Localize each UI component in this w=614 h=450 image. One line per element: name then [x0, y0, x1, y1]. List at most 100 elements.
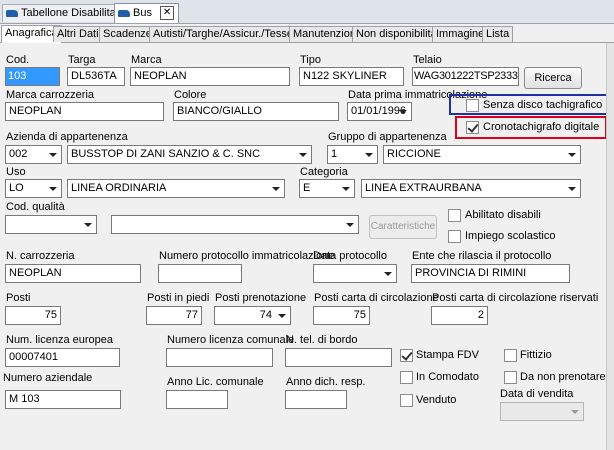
chevron-down-icon[interactable]: [384, 272, 392, 276]
posti-carta-riservati-label: Posti carta di circolazione riservati: [432, 292, 599, 304]
categoria-name: LINEA EXTRAURBANA: [365, 182, 482, 194]
tab-scadenze[interactable]: Scadenze: [99, 26, 156, 42]
tipo-label: Tipo: [300, 54, 321, 66]
chevron-down-icon[interactable]: [272, 187, 280, 191]
azienda-name-dropdown[interactable]: BUSSTOP DI ZANI SANZIO & C. SNC: [67, 145, 312, 164]
data-vendita-label: Data di vendita: [500, 388, 574, 400]
cod-value: 103: [6, 68, 29, 85]
gruppo-name: RICCIONE: [387, 148, 441, 160]
posti-carta-label: Posti carta di circolazione: [314, 292, 439, 304]
da-non-prenotare-checkbox[interactable]: [504, 371, 517, 384]
posti-in-piedi-label: Posti in piedi: [147, 292, 210, 304]
categoria-code: E: [303, 182, 311, 194]
abilitato-disabili-checkbox[interactable]: [448, 209, 461, 222]
uso-name-dropdown[interactable]: LINEA ORDINARIA: [67, 179, 285, 198]
num-protocollo-label: Numero protocollo immatricolazione: [159, 250, 335, 262]
n-carrozzeria-field[interactable]: NEOPLAN: [5, 264, 141, 283]
chevron-down-icon[interactable]: [299, 153, 307, 157]
impiego-scolastico-label: Impiego scolastico: [465, 230, 556, 242]
categoria-name-dropdown[interactable]: LINEA EXTRAURBANA: [361, 179, 581, 198]
ente-protocollo-field[interactable]: PROVINCIA DI RIMINI: [411, 264, 570, 283]
posti-carta-field[interactable]: 75: [313, 306, 370, 325]
cod-qualita-label: Cod. qualità: [6, 201, 65, 213]
chevron-down-icon[interactable]: [571, 410, 579, 414]
azienda-code-dropdown[interactable]: 002: [5, 145, 62, 164]
cod-qualita-name-dropdown[interactable]: [111, 215, 359, 234]
cod-qualita-code-dropdown[interactable]: [5, 215, 97, 234]
anno-dich-resp-field[interactable]: [285, 390, 347, 409]
chevron-down-icon[interactable]: [278, 314, 286, 318]
tab-immagine[interactable]: Immagine: [432, 26, 489, 42]
chevron-down-icon[interactable]: [365, 153, 373, 157]
marca-carrozzeria-field[interactable]: NEOPLAN: [5, 102, 164, 121]
chevron-down-icon[interactable]: [84, 223, 92, 227]
tab-autisti[interactable]: Autisti/Targhe/Assicur./Tesser: [149, 26, 301, 42]
scrollbar[interactable]: [606, 43, 614, 450]
close-icon[interactable]: ✕: [160, 6, 175, 21]
tel-bordo-field[interactable]: [285, 348, 392, 367]
tab-non-disponibilita[interactable]: Non disponibilità: [352, 26, 441, 42]
targa-field[interactable]: DL536TA: [67, 67, 125, 86]
chevron-down-icon[interactable]: [399, 110, 407, 114]
num-licenza-europea-field[interactable]: 00007401: [5, 348, 120, 367]
chevron-down-icon[interactable]: [49, 153, 57, 157]
chevron-down-icon[interactable]: [568, 153, 576, 157]
venduto-checkbox[interactable]: [400, 394, 413, 407]
senza-disco-checkbox[interactable]: [466, 99, 479, 112]
stampa-fdv-label: Stampa FDV: [416, 349, 479, 361]
posti-field[interactable]: 75: [5, 306, 61, 325]
colore-field[interactable]: BIANCO/GIALLO: [173, 102, 339, 121]
tab-lista[interactable]: Lista: [482, 26, 514, 42]
fittizio-checkbox[interactable]: [504, 349, 517, 362]
chevron-down-icon[interactable]: [346, 223, 354, 227]
data-vendita-field[interactable]: [500, 402, 584, 421]
cronotachigrafo-checkbox[interactable]: [466, 121, 479, 134]
tipo-field[interactable]: N122 SKYLINER: [299, 67, 404, 86]
da-non-prenotare-label: Da non prenotare: [520, 371, 606, 383]
stampa-fdv-checkbox[interactable]: [400, 349, 413, 362]
ricerca-button[interactable]: Ricerca: [524, 67, 582, 89]
cod-field[interactable]: 103: [5, 67, 60, 86]
telaio-label: Telaio: [413, 54, 442, 66]
caratteristiche-button[interactable]: Caratteristiche: [369, 215, 437, 239]
anno-lic-comunale-label: Anno Lic. comunale: [167, 376, 264, 388]
impiego-scolastico-checkbox[interactable]: [448, 230, 461, 243]
senza-disco-label: Senza disco tachigrafico: [483, 99, 603, 111]
posti-in-piedi-field[interactable]: 77: [146, 306, 202, 325]
checkmark-icon: [401, 349, 413, 361]
uso-code-dropdown[interactable]: LO: [5, 179, 62, 198]
doc-tab-label: Tabellone Disabilitato: [21, 7, 125, 19]
tab-altri-dati[interactable]: Altri Dati: [53, 26, 103, 42]
chevron-down-icon[interactable]: [568, 187, 576, 191]
gruppo-name-dropdown[interactable]: RICCIONE: [383, 145, 581, 164]
tel-bordo-label: N. tel. di bordo: [286, 334, 358, 346]
cod-label: Cod.: [6, 54, 30, 66]
categoria-code-dropdown[interactable]: E: [299, 179, 355, 198]
azienda-code: 002: [9, 148, 28, 160]
doc-tab-tabellone[interactable]: Tabellone Disabilitato: [2, 4, 130, 22]
marca-field[interactable]: NEOPLAN: [130, 67, 290, 86]
num-protocollo-field[interactable]: [158, 264, 242, 283]
anno-lic-comunale-field[interactable]: [166, 390, 228, 409]
doc-tab-label: Bus: [133, 7, 152, 19]
in-comodato-checkbox[interactable]: [400, 371, 413, 384]
numero-aziendale-field[interactable]: M 103: [5, 390, 121, 409]
num-licenza-comunale-field[interactable]: [166, 348, 273, 367]
posti-prenotazione-value: 74: [259, 309, 272, 321]
doc-tab-bus[interactable]: Bus ✕: [114, 3, 180, 23]
gruppo-code-dropdown[interactable]: 1: [327, 145, 378, 164]
posti-prenotazione-field[interactable]: 74: [214, 306, 291, 325]
data-protocollo-label: Data protocollo: [313, 250, 387, 262]
data-prima-value: 01/01/1996: [351, 105, 407, 117]
azienda-name: BUSSTOP DI ZANI SANZIO & C. SNC: [71, 148, 261, 160]
posti-carta-riservati-field[interactable]: 2: [431, 306, 488, 325]
in-comodato-label: In Comodato: [416, 371, 479, 383]
data-protocollo-field[interactable]: [313, 264, 397, 283]
chevron-down-icon[interactable]: [342, 187, 350, 191]
bus-icon: [118, 10, 130, 17]
marca-carrozzeria-label: Marca carrozzeria: [6, 89, 95, 101]
telaio-field[interactable]: WAG301222TSP23335: [412, 67, 519, 86]
chevron-down-icon[interactable]: [49, 187, 57, 191]
categoria-label: Categoria: [300, 166, 348, 178]
data-prima-field[interactable]: 01/01/1996: [347, 102, 412, 121]
